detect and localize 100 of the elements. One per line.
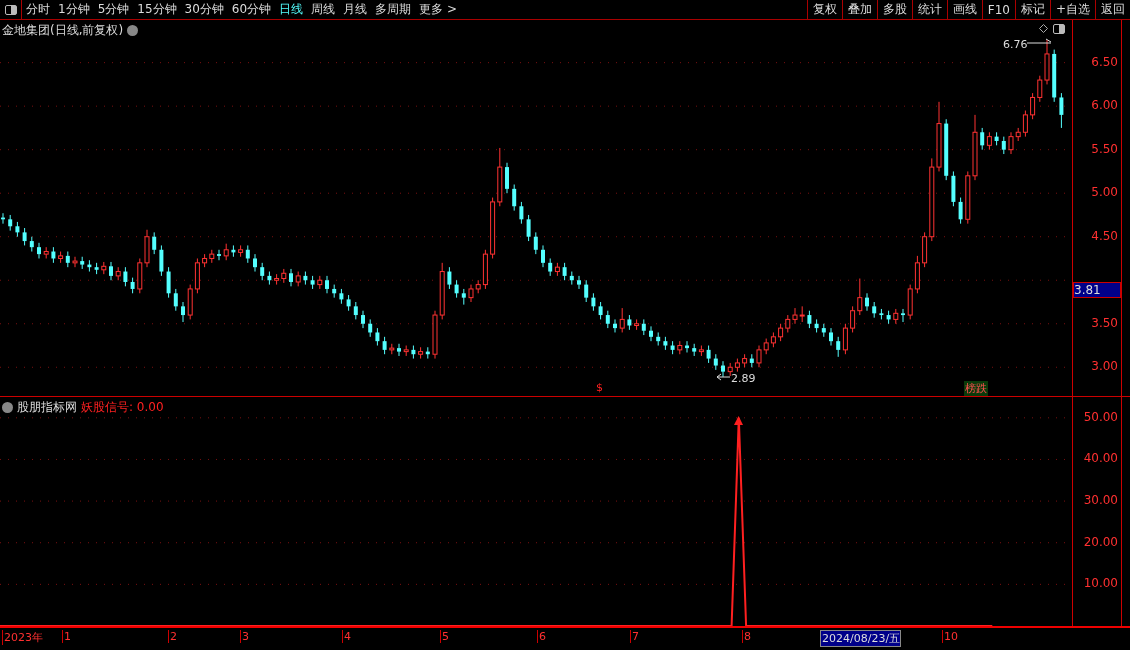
candlestick	[1008, 131, 1014, 155]
axis-label: 5.50	[1091, 141, 1118, 156]
period-tab[interactable]: 周线	[307, 1, 340, 18]
date-label: 6	[537, 630, 546, 644]
candlestick	[123, 266, 128, 287]
candlestick	[159, 244, 164, 277]
candlestick	[842, 323, 848, 355]
candlestick	[37, 242, 41, 259]
candlestick	[613, 318, 617, 333]
candlestick	[361, 310, 365, 329]
candlestick	[756, 345, 762, 368]
period-tab[interactable]: 日线	[275, 1, 308, 18]
diamond-icon[interactable]	[1039, 24, 1048, 33]
date-label: 2024/08/23/五	[820, 630, 902, 648]
candlestick	[253, 253, 257, 273]
candlestick	[512, 184, 517, 212]
toolbar-button[interactable]: 多股	[876, 0, 912, 19]
dropdown-icon[interactable]	[127, 25, 139, 36]
indicator-value: 妖股信号: 0.00	[81, 398, 164, 416]
date-label: 10	[942, 630, 958, 644]
axis-label: 3.00	[1091, 359, 1118, 374]
candlestick	[1030, 92, 1036, 120]
candlestick	[1059, 92, 1064, 129]
date-label: 4	[342, 630, 351, 644]
candlestick	[519, 201, 524, 225]
candlestick	[721, 360, 725, 378]
date-label: 1	[62, 630, 71, 644]
high-price-label: 6.76	[1003, 38, 1028, 51]
date-label: 2	[168, 630, 177, 644]
date-label: 8	[742, 630, 751, 644]
toolbar-button[interactable]: 标记	[1014, 0, 1050, 19]
low-price-label: 2.89	[731, 372, 756, 385]
axis-label: 10.00	[1083, 576, 1118, 591]
candlestick	[109, 261, 113, 281]
axis-label: 6.50	[1091, 54, 1118, 69]
axis-label: 3.50	[1091, 315, 1118, 330]
panel-toggle-icon[interactable]	[1052, 23, 1066, 35]
period-tab[interactable]: 1分钟	[54, 1, 94, 18]
axis-label: 6.00	[1091, 98, 1118, 113]
leader-line	[1027, 38, 1053, 46]
period-tab[interactable]: 更多 >	[415, 1, 461, 18]
candlestick	[577, 275, 581, 290]
candlestick	[850, 305, 856, 333]
chart-title: 金地集团(日线,前复权)	[2, 22, 124, 39]
date-label: 5	[440, 630, 449, 644]
period-tab[interactable]: 月线	[339, 1, 372, 18]
dropdown-icon[interactable]	[2, 401, 13, 413]
date-label: 2023年	[2, 630, 43, 646]
candlestick	[289, 268, 293, 287]
toolbar-button[interactable]: 画线	[946, 0, 982, 19]
candlestick	[619, 307, 625, 333]
candlestick	[526, 214, 531, 242]
candlestick	[166, 266, 171, 299]
indicator-name: 股朋指标网	[17, 398, 77, 416]
period-tab[interactable]: 分时	[22, 1, 54, 18]
candlestick	[533, 231, 538, 255]
candlestick	[181, 301, 185, 323]
toolbar-button[interactable]: F10	[981, 0, 1015, 19]
period-tab[interactable]: 30分钟	[180, 1, 228, 18]
candlestick	[865, 292, 869, 312]
axis-label: 40.00	[1083, 451, 1118, 466]
period-tab[interactable]: 多周期	[371, 1, 416, 18]
toolbar-button[interactable]: +自选	[1049, 0, 1095, 19]
candlestick	[505, 162, 509, 194]
axis-label: 20.00	[1083, 534, 1118, 549]
date-label: 3	[240, 630, 249, 644]
candlestick	[397, 343, 401, 357]
period-tab[interactable]: 60分钟	[227, 1, 276, 18]
event-marker[interactable]: $	[596, 381, 603, 394]
candlestick	[325, 275, 329, 294]
toolbar-button[interactable]: 复权	[806, 0, 842, 19]
candlestick	[649, 325, 653, 342]
candlestick	[447, 266, 452, 290]
candlestick	[857, 278, 863, 316]
candlestick	[541, 244, 545, 268]
candlestick	[1022, 110, 1028, 138]
current-price-label: 3.81	[1073, 282, 1121, 298]
candlestick	[958, 197, 963, 225]
toolbar-button[interactable]: 统计	[911, 0, 947, 19]
leader-line	[716, 373, 730, 381]
date-label: 7	[630, 630, 639, 644]
candlestick	[217, 249, 221, 261]
axis-label: 50.00	[1083, 409, 1118, 424]
period-tab[interactable]: 5分钟	[93, 1, 134, 18]
candlestick	[901, 308, 905, 323]
candlestick	[584, 279, 589, 303]
candlestick	[152, 231, 157, 255]
arrow-icon	[734, 415, 743, 425]
candlestick	[980, 127, 985, 151]
axis-label: 4.50	[1091, 228, 1118, 243]
period-tab[interactable]: 15分钟	[133, 1, 181, 18]
toolbar-button[interactable]: 返回	[1095, 0, 1130, 19]
candlestick	[792, 307, 798, 325]
candlestick	[836, 336, 841, 358]
candlestick	[72, 256, 78, 268]
candlestick	[1037, 75, 1043, 103]
event-tag[interactable]: 榜跌	[964, 381, 988, 396]
toolbar-button[interactable]: 叠加	[841, 0, 877, 19]
axis-label: 5.00	[1091, 185, 1118, 200]
axis-label: 30.00	[1083, 492, 1118, 507]
